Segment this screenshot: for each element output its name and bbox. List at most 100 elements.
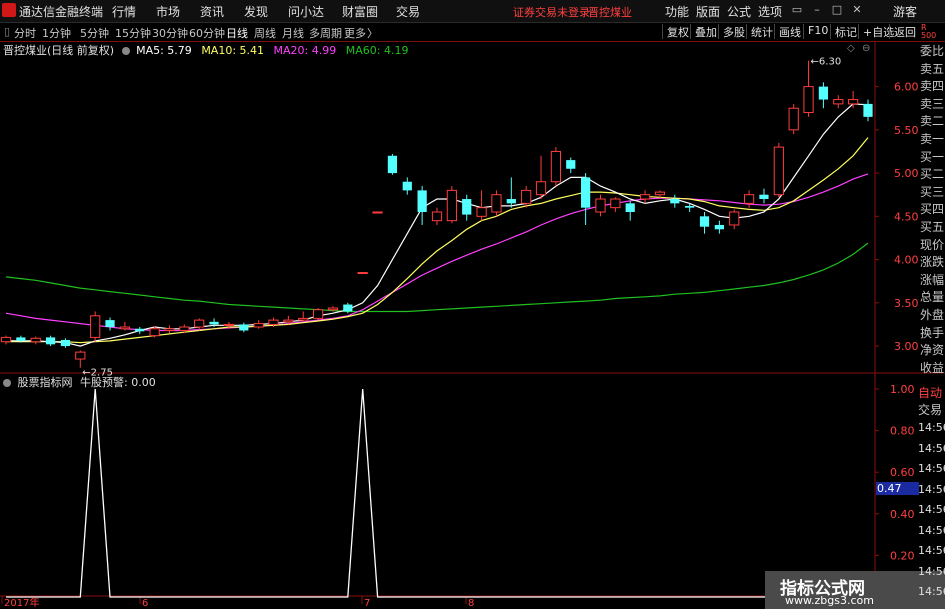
candle [30, 336, 41, 345]
candle [105, 317, 115, 331]
tab-arrow-icon[interactable]: ▯ [4, 25, 10, 38]
menu-item-wenxiaoda[interactable]: 问小达 [288, 3, 324, 20]
menu-item-hangqing[interactable]: 行情 [112, 3, 136, 20]
menu-item-gongshi[interactable]: 公式 [727, 3, 751, 20]
candle [535, 155, 547, 200]
candle-body [431, 211, 443, 222]
chevron-right-icon[interactable]: 〉 [367, 25, 378, 41]
tab-5min[interactable]: 5分钟 [80, 25, 109, 41]
close-icon[interactable]: ✕ [850, 3, 864, 17]
candle-body [462, 199, 472, 215]
candle-body [402, 181, 412, 191]
maximize-icon[interactable]: □ [830, 3, 844, 17]
candle [848, 90, 859, 109]
minimize-icon[interactable]: – [810, 3, 824, 17]
menu-item-gongneng[interactable]: 功能 [665, 3, 689, 20]
candle [372, 211, 383, 214]
tab-daily[interactable]: 日线 [226, 25, 248, 41]
tab-weekly[interactable]: 周线 [254, 25, 276, 41]
candle-body [387, 155, 398, 174]
period-toolbar: ▯ 分时 1分钟 5分钟 15分钟 30分钟 60分钟 日线 周线 月线 多周期… [0, 23, 945, 42]
candle-body [105, 320, 115, 328]
tab-monthly[interactable]: 月线 [282, 25, 304, 41]
tab-1min[interactable]: 1分钟 [42, 25, 71, 41]
tab-30min[interactable]: 30分钟 [152, 25, 188, 41]
guest-user[interactable]: 游客 [893, 3, 917, 20]
f10-button[interactable]: F10 [803, 24, 828, 39]
menu-item-banmian[interactable]: 版面 [696, 3, 720, 20]
candle [773, 142, 784, 198]
menu-item-shichang[interactable]: 市场 [156, 3, 180, 20]
highlight-value-label: 0.47 [877, 482, 902, 495]
ma20-line [5, 173, 869, 332]
kline-chart[interactable]: 6.00 5.50 5.00 4.50 4.00 3.50 3.00 1.00 0.80 0.60… [0, 42, 945, 609]
price-tick-label: 3.50 [894, 297, 919, 310]
layout-icon[interactable]: ▭ [790, 3, 804, 17]
draw-line-button[interactable]: 画线 [774, 24, 801, 39]
candle [610, 197, 621, 212]
stock-title: 晋控煤业(日线 前复权) [3, 44, 115, 57]
quote-field-label: 外盘 [920, 308, 945, 322]
tick-time: 14:56 [918, 564, 945, 578]
candle-body [223, 323, 235, 326]
quote-field-label: 卖二 [920, 114, 945, 129]
candle [462, 194, 472, 221]
mark-button[interactable]: 标记 [830, 24, 857, 39]
multi-stock-button[interactable]: 多股 [718, 24, 745, 39]
quote-field-label: 买三 [920, 184, 945, 199]
price-tick-label: 6.00 [894, 81, 919, 94]
menu-item-zixun[interactable]: 资讯 [200, 3, 224, 20]
diamond-icon[interactable]: ◇ [847, 43, 855, 54]
zoom-out-icon[interactable]: ⊖ [862, 43, 870, 54]
quote-side-panel: 委比 卖五 卖四 卖三 卖二 卖一 买一 买二 买三 买四 买五 现价 涨跌 涨幅 总量 外盘 换手 净资 收益 [918, 42, 945, 382]
indicator-dot-icon[interactable] [3, 379, 11, 387]
tab-fenshi[interactable]: 分时 [14, 25, 36, 41]
ma60-label: MA60: 4.19 [345, 44, 409, 57]
auto-trade-label[interactable]: 自动 [918, 384, 945, 401]
candle-body [818, 86, 829, 100]
menu-item-faxian[interactable]: 发现 [244, 3, 268, 20]
candle [566, 157, 576, 174]
adjust-button[interactable]: 复权 [662, 24, 689, 39]
candle-body [550, 150, 562, 183]
menu-item-caifuquan[interactable]: 财富圈 [342, 3, 378, 20]
candle-body [372, 211, 383, 214]
menu-item-xuanxiang[interactable]: 选项 [758, 3, 782, 20]
quote-field-label: 委比 [920, 44, 945, 58]
candle-body [491, 194, 502, 213]
candle [639, 190, 651, 204]
current-stock-name: 晋控煤业 [588, 6, 632, 19]
candle-body [788, 107, 799, 131]
candle-body [566, 160, 576, 169]
candle-body [417, 190, 427, 212]
tab-60min[interactable]: 60分钟 [189, 25, 225, 41]
candle-body [506, 199, 516, 204]
tab-15min[interactable]: 15分钟 [115, 25, 151, 41]
candle-body [639, 194, 651, 200]
ma5-label: MA5: 5.79 [136, 44, 192, 57]
candle-body [521, 189, 532, 204]
trade-label[interactable]: 交易 [918, 401, 945, 418]
candle-body [476, 207, 487, 217]
settings-dot-icon[interactable] [121, 47, 130, 55]
candle [135, 327, 145, 334]
candle [253, 320, 264, 329]
statistics-button[interactable]: 统计 [746, 24, 773, 39]
tick-time: 14:56 [918, 462, 945, 475]
trade-login-status[interactable]: 证券交易未登录 [513, 4, 590, 20]
candle-body [848, 99, 859, 105]
candle-body [135, 328, 145, 332]
menu-item-jiaoyi[interactable]: 交易 [396, 3, 420, 20]
candle [402, 177, 412, 195]
candle-body [16, 337, 26, 341]
overlay-button[interactable]: 叠加 [690, 24, 717, 39]
tab-more[interactable]: 更多 [344, 25, 366, 41]
candle [491, 190, 502, 217]
candle-body [610, 198, 621, 209]
tab-multi-period[interactable]: 多周期 [309, 25, 342, 41]
quote-field-label: 卖四 [920, 79, 945, 94]
r500-label: 500 [921, 31, 937, 40]
candle-body [729, 211, 740, 226]
back-button[interactable]: 返回 [889, 24, 916, 39]
candle [476, 190, 487, 221]
